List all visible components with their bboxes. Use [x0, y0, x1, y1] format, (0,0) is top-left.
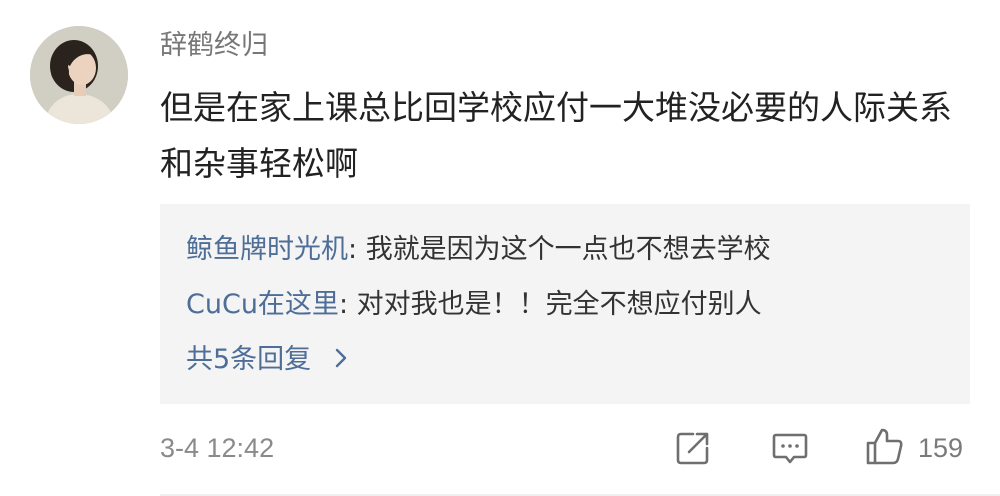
share-icon[interactable]: [673, 428, 713, 472]
like-button[interactable]: 159: [864, 426, 963, 470]
reply-author[interactable]: 鲸鱼牌时光机: [186, 234, 348, 265]
reply-separator: :: [348, 234, 366, 265]
reply-preview-box[interactable]: 鲸鱼牌时光机: 我就是因为这个一点也不想去学校 CuCu在这里: 对对我也是！！…: [160, 204, 970, 404]
reply-item: 鲸鱼牌时光机: 我就是因为这个一点也不想去学校: [186, 232, 771, 268]
reply-separator: :: [338, 289, 357, 320]
comment-icon[interactable]: [770, 428, 810, 472]
view-all-replies-label: 共5条回复: [186, 344, 312, 375]
comment-text: 但是在家上课总比回学校应付一大堆没必要的人际关系和杂事轻松啊: [160, 88, 952, 183]
username[interactable]: 辞鹤终归: [160, 28, 268, 64]
avatar-portrait-image: [30, 26, 128, 124]
reply-item: CuCu在这里: 对对我也是！！完全不想应付别人: [186, 287, 762, 323]
reply-text: 对对我也是！！完全不想应付别人: [356, 289, 762, 320]
comment-timestamp: 3-4 12:42: [160, 433, 275, 463]
view-all-replies-link[interactable]: 共5条回复: [186, 342, 348, 379]
chevron-right-icon: [334, 343, 348, 379]
avatar[interactable]: [30, 26, 128, 124]
like-count: 159: [918, 432, 964, 463]
thumbs-up-icon: [864, 425, 906, 471]
reply-author[interactable]: CuCu在这里: [186, 289, 339, 320]
reply-text: 我就是因为这个一点也不想去学校: [365, 234, 771, 265]
